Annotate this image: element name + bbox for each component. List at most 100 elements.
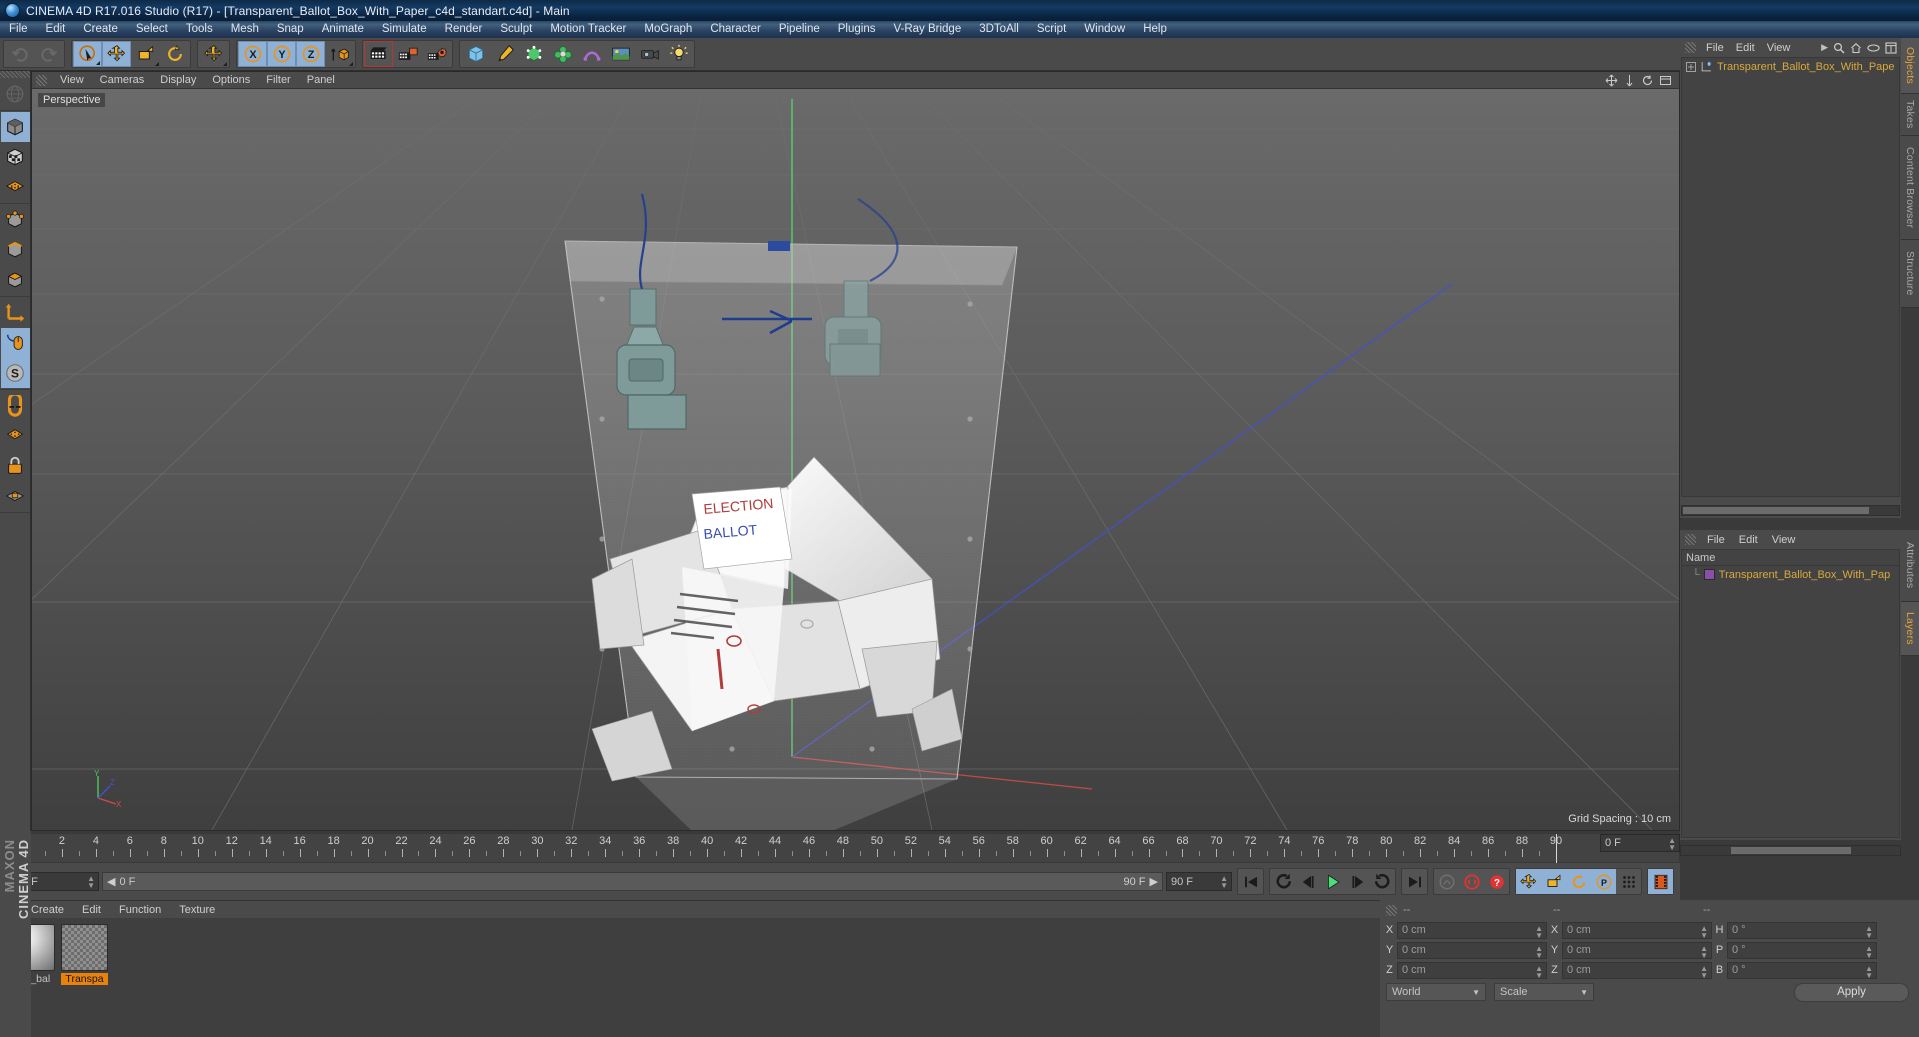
spinner-icon[interactable]: ▲ ▼ <box>1535 924 1543 939</box>
tab-attributes[interactable]: Attributes <box>1901 530 1919 602</box>
viewport-menu-filter[interactable]: Filter <box>258 74 298 86</box>
menu-item-mograph[interactable]: MoGraph <box>635 21 701 38</box>
object-menu-file[interactable]: File <box>1700 42 1730 54</box>
keyframe-selection-icon[interactable]: ? <box>1484 869 1509 894</box>
menu-item-script[interactable]: Script <box>1028 21 1075 38</box>
object-menu-edit[interactable]: Edit <box>1730 42 1761 54</box>
scrollbar-thumb[interactable] <box>1731 847 1851 854</box>
menu-item-animate[interactable]: Animate <box>313 21 373 38</box>
layer-menu-file[interactable]: File <box>1700 534 1732 546</box>
spinner-icon[interactable]: ▲ ▼ <box>1865 944 1873 959</box>
viewport-menu-panel[interactable]: Panel <box>299 74 343 86</box>
tab-takes[interactable]: Takes <box>1901 94 1919 136</box>
key-param-icon[interactable]: P <box>1591 869 1616 894</box>
null-object-icon[interactable]: 0 <box>1700 60 1713 73</box>
timeline-ruler[interactable]: 0246810121416182022242628303234363840424… <box>17 833 1680 863</box>
render-to-picture-viewer-icon[interactable] <box>393 41 422 67</box>
size-field[interactable]: 0 cm ▲ ▼ <box>1562 961 1712 979</box>
viewport-menu-cameras[interactable]: Cameras <box>92 74 153 86</box>
record-icon[interactable] <box>1459 869 1484 894</box>
menu-item-window[interactable]: Window <box>1075 21 1134 38</box>
spinner-icon[interactable]: ▲ ▼ <box>1668 837 1676 852</box>
deformer-icon[interactable] <box>577 41 606 67</box>
z-axis-icon[interactable]: Z <box>296 41 325 67</box>
menu-item-tools[interactable]: Tools <box>177 21 222 38</box>
menu-item-create[interactable]: Create <box>74 21 127 38</box>
material-menu-function[interactable]: Function <box>110 904 170 916</box>
next-keyframe-icon[interactable] <box>1370 869 1395 894</box>
world-object-coord-icon[interactable] <box>325 41 354 67</box>
spinner-icon[interactable]: ▲ ▼ <box>1700 944 1708 959</box>
coordinate-system-select[interactable]: World ▼ <box>1386 983 1486 1001</box>
x-axis-icon[interactable]: X <box>238 41 267 67</box>
position-field[interactable]: 0 cm ▲ ▼ <box>1397 961 1547 979</box>
menu-item-file[interactable]: File <box>0 21 37 38</box>
rotation-field[interactable]: 0 ° ▲ ▼ <box>1727 941 1877 959</box>
key-scale-icon[interactable] <box>1541 869 1566 894</box>
camera-icon[interactable] <box>635 41 664 67</box>
spinner-icon[interactable]: ▲ ▼ <box>1700 964 1708 979</box>
menu-item-edit[interactable]: Edit <box>37 21 75 38</box>
slider-right-handle-icon[interactable]: ▶ <box>1150 875 1158 888</box>
snap-icon[interactable] <box>1 421 30 451</box>
key-position-icon[interactable] <box>1516 869 1541 894</box>
environment-icon[interactable] <box>606 41 635 67</box>
bottom-right-scrollbar[interactable] <box>1680 845 1901 856</box>
size-mode-select[interactable]: Scale ▼ <box>1494 983 1594 1001</box>
array-object-icon[interactable] <box>548 41 577 67</box>
object-manager-grip[interactable] <box>1685 42 1696 53</box>
viewport-menu-options[interactable]: Options <box>204 74 258 86</box>
timeline-filter-icon[interactable] <box>1648 869 1673 894</box>
points-mode-icon[interactable] <box>1 205 30 235</box>
search-icon[interactable] <box>1833 42 1845 54</box>
zoom-viewport-icon[interactable] <box>1623 74 1636 87</box>
live-selection-icon[interactable] <box>73 41 102 67</box>
layer-list[interactable]: Name └ Transparent_Ballot_Box_With_Pap <box>1681 549 1900 838</box>
step-forward-icon[interactable] <box>1345 869 1370 894</box>
viewport-grip[interactable] <box>36 74 47 86</box>
cube-primitive-icon[interactable] <box>461 41 490 67</box>
move-icon[interactable] <box>102 41 131 67</box>
timeline-frame-readout[interactable]: 0 F ▲ ▼ <box>1600 834 1680 852</box>
layer-name[interactable]: Transparent_Ballot_Box_With_Pap <box>1719 569 1890 581</box>
tab-content-browser[interactable]: Content Browser <box>1901 136 1919 240</box>
spinner-icon[interactable]: ▲ ▼ <box>1865 964 1873 979</box>
eye-icon[interactable] <box>1867 43 1880 53</box>
step-back-icon[interactable] <box>1295 869 1320 894</box>
key-rotation-icon[interactable] <box>1566 869 1591 894</box>
lock-axis-icon[interactable] <box>1 451 30 481</box>
edges-mode-icon[interactable] <box>1 235 30 265</box>
apply-button[interactable]: Apply <box>1794 982 1909 1002</box>
palette-grip[interactable] <box>0 71 30 78</box>
material-menu-edit[interactable]: Edit <box>73 904 110 916</box>
render-view-icon[interactable] <box>364 41 393 67</box>
spline-pen-icon[interactable] <box>490 41 519 67</box>
layer-menu-view[interactable]: View <box>1765 534 1803 546</box>
position-field[interactable]: 0 cm ▲ ▼ <box>1397 941 1547 959</box>
menu-item-snap[interactable]: Snap <box>268 21 313 38</box>
object-axis-icon[interactable] <box>1 298 30 328</box>
tab-layers[interactable]: Layers <box>1901 602 1919 656</box>
timeline-end-marker[interactable] <box>1556 834 1557 863</box>
pan-viewport-icon[interactable] <box>1605 74 1618 87</box>
position-field[interactable]: 0 cm ▲ ▼ <box>1397 921 1547 939</box>
material-cell[interactable]: Transpa <box>61 924 108 1037</box>
menu-item-help[interactable]: Help <box>1134 21 1176 38</box>
spinner-icon[interactable]: ▲ ▼ <box>87 875 95 890</box>
viewport-3d[interactable]: ELECTION BALLOT <box>32 89 1679 830</box>
layer-row[interactable]: └ Transparent_Ballot_Box_With_Pap <box>1682 566 1899 583</box>
magnet-icon[interactable] <box>1 391 30 421</box>
render-settings-icon[interactable] <box>422 41 451 67</box>
polygons-mode-icon[interactable] <box>1 265 30 295</box>
size-field[interactable]: 0 cm ▲ ▼ <box>1562 941 1712 959</box>
nurbs-generator-icon[interactable] <box>519 41 548 67</box>
menu-item-pipeline[interactable]: Pipeline <box>770 21 829 38</box>
size-field[interactable]: 0 cm ▲ ▼ <box>1562 921 1712 939</box>
menu-item-3dtoall[interactable]: 3DToAll <box>970 21 1028 38</box>
viewport-menu-view[interactable]: View <box>52 74 92 86</box>
object-menu-view[interactable]: View <box>1761 42 1797 54</box>
slider-left-handle-icon[interactable]: ◀ <box>107 875 115 888</box>
move-axis-icon[interactable] <box>199 41 228 67</box>
fit-icon[interactable] <box>1885 41 1897 54</box>
previous-keyframe-icon[interactable] <box>1270 869 1295 894</box>
